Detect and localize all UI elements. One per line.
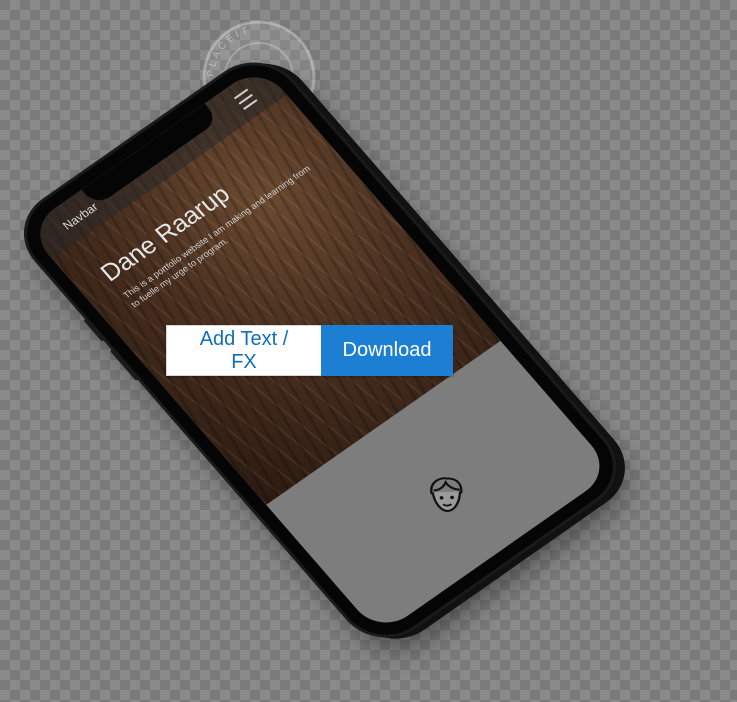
download-button[interactable]: Download [321,325,453,376]
navbar-brand: Navbar [59,199,101,233]
phone-side-button [83,318,106,342]
wood-hero-background [26,64,501,506]
person-avatar-icon [430,477,463,512]
editor-action-bar: Add Text / FX Download [166,325,453,376]
add-text-fx-button[interactable]: Add Text / FX [166,325,321,376]
hamburger-icon [233,88,258,110]
